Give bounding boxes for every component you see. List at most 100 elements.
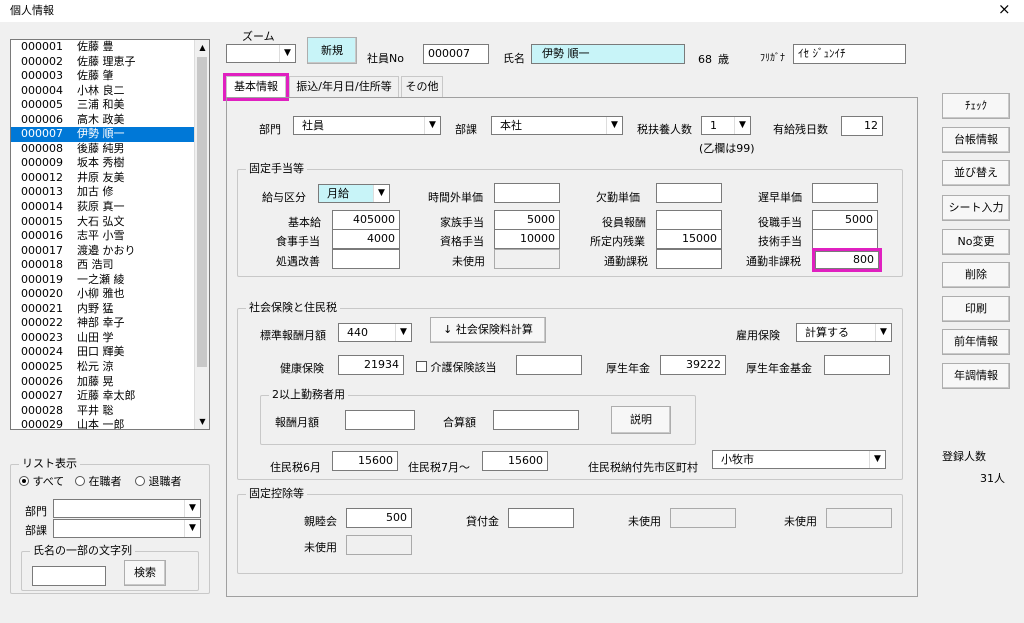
- list-item[interactable]: 000028 平井 聡: [11, 404, 209, 419]
- list-scrollbar[interactable]: ▲ ▼: [194, 40, 209, 429]
- pension-field[interactable]: 39222: [660, 355, 726, 375]
- list-item[interactable]: 000012 井原 友美: [11, 171, 209, 186]
- late-field[interactable]: [812, 183, 878, 203]
- side-button-8[interactable]: 年調情報: [942, 363, 1010, 389]
- overtime-field[interactable]: [494, 183, 560, 203]
- unused3-field: [346, 535, 412, 555]
- base-pay-field[interactable]: 405000: [332, 210, 400, 230]
- skill-field[interactable]: [812, 229, 878, 249]
- new-button[interactable]: 新規: [307, 37, 357, 64]
- employee-name: 小柳 雅也: [77, 287, 125, 301]
- side-button-3[interactable]: シート入力: [942, 195, 1010, 221]
- scheduled-ot-field[interactable]: 15000: [656, 229, 722, 249]
- qualification-field[interactable]: 10000: [494, 229, 560, 249]
- res-city-select[interactable]: 小牧市 ▼: [712, 450, 886, 469]
- commute-nontax-label: 通勤非課税: [746, 255, 801, 268]
- chevron-down-icon: ▼: [373, 185, 389, 202]
- list-item[interactable]: 000006 高木 政美: [11, 113, 209, 128]
- close-icon[interactable]: ×: [998, 2, 1011, 17]
- list-item[interactable]: 000004 小林 良二: [11, 84, 209, 99]
- list-item[interactable]: 000024 田口 輝美: [11, 345, 209, 360]
- radio-retired[interactable]: 退職者: [135, 475, 182, 489]
- list-item[interactable]: 000019 一之瀬 綾: [11, 273, 209, 288]
- commute-tax-field[interactable]: [656, 249, 722, 269]
- employee-number: 000015: [21, 214, 63, 228]
- side-button-7[interactable]: 前年情報: [942, 329, 1010, 355]
- tab-transfer-dates-address[interactable]: 振込/年月日/住所等: [289, 76, 399, 98]
- care-checkbox[interactable]: 介護保険該当: [416, 361, 497, 375]
- chevron-down-icon: ▼: [184, 520, 200, 537]
- section-select[interactable]: 本社 ▼: [491, 116, 623, 135]
- list-item[interactable]: 000018 西 浩司: [11, 258, 209, 273]
- list-item[interactable]: 000015 大石 弘文: [11, 215, 209, 230]
- absence-field[interactable]: [656, 183, 722, 203]
- scroll-down-icon[interactable]: ▼: [195, 414, 209, 429]
- tab-other[interactable]: その他: [401, 76, 443, 98]
- side-button-6[interactable]: 印刷: [942, 296, 1010, 322]
- list-item[interactable]: 000022 神部 幸子: [11, 316, 209, 331]
- list-item[interactable]: 000025 松元 涼: [11, 360, 209, 375]
- commute-nontax-field[interactable]: 800: [812, 248, 882, 272]
- list-item[interactable]: 000020 小柳 雅也: [11, 287, 209, 302]
- multi-total-field[interactable]: [493, 410, 579, 430]
- scroll-thumb[interactable]: [197, 57, 207, 367]
- family-field[interactable]: 5000: [494, 210, 560, 230]
- list-item[interactable]: 000016 志平 小雪: [11, 229, 209, 244]
- list-item[interactable]: 000027 近藤 幸太郎: [11, 389, 209, 404]
- employee-listbox[interactable]: 000001 佐藤 豊 000002 佐藤 理恵子 000003 佐藤 肇 000004 小林…: [10, 39, 210, 430]
- side-button-1[interactable]: 台帳情報: [942, 127, 1010, 153]
- list-item[interactable]: 000021 内野 猛: [11, 302, 209, 317]
- tab-basic-info[interactable]: 基本情報: [223, 73, 289, 101]
- explain-button[interactable]: 説明: [611, 406, 671, 434]
- dependents-select[interactable]: 1 ▼: [701, 116, 751, 135]
- list-item[interactable]: 000023 山田 学: [11, 331, 209, 346]
- filter-dept-select[interactable]: ▼: [53, 499, 201, 518]
- employment-select[interactable]: 計算する ▼: [796, 323, 892, 342]
- res-tax-jul-field[interactable]: 15600: [482, 451, 548, 471]
- list-item[interactable]: 000029 山本 一郎: [11, 418, 209, 429]
- pay-type-select[interactable]: 月給 ▼: [318, 184, 390, 203]
- meal-field[interactable]: 4000: [332, 229, 400, 249]
- dependents-note: (乙欄は99): [699, 142, 755, 155]
- list-item[interactable]: 000007 伊勢 順一: [11, 127, 209, 142]
- treatment-field[interactable]: [332, 249, 400, 269]
- employee-no-field[interactable]: 000007: [423, 44, 489, 64]
- pension-fund-field[interactable]: [824, 355, 890, 375]
- loan-field[interactable]: [508, 508, 574, 528]
- filter-section-select[interactable]: ▼: [53, 519, 201, 538]
- social-club-label: 親睦会: [304, 515, 337, 528]
- calc-social-button[interactable]: ↓ 社会保険料計算: [430, 317, 546, 343]
- care-field[interactable]: [516, 355, 582, 375]
- list-item[interactable]: 000001 佐藤 豊: [11, 40, 209, 55]
- zoom-select[interactable]: ▼: [226, 44, 296, 63]
- list-item[interactable]: 000017 渡邉 かおり: [11, 244, 209, 259]
- side-button-2[interactable]: 並び替え: [942, 160, 1010, 186]
- side-button-5[interactable]: 削除: [942, 262, 1010, 288]
- side-button-0[interactable]: ﾁｪｯｸ: [942, 93, 1010, 119]
- dept-select[interactable]: 社員 ▼: [293, 116, 441, 135]
- radio-all[interactable]: すべて: [19, 475, 64, 489]
- social-club-field[interactable]: 500: [346, 508, 412, 528]
- list-item[interactable]: 000002 佐藤 理恵子: [11, 55, 209, 70]
- multi-pay-field[interactable]: [345, 410, 415, 430]
- list-item[interactable]: 000013 加古 修: [11, 185, 209, 200]
- officer-field[interactable]: [656, 210, 722, 230]
- std-monthly-select[interactable]: 440 ▼: [338, 323, 412, 342]
- name-field[interactable]: 伊勢 順一: [531, 44, 685, 64]
- list-item[interactable]: 000026 加藤 晃: [11, 375, 209, 390]
- side-button-4[interactable]: No変更: [942, 229, 1010, 255]
- radio-active[interactable]: 在職者: [75, 475, 122, 489]
- search-button[interactable]: 検索: [124, 560, 166, 586]
- paid-leave-field[interactable]: 12: [841, 116, 883, 136]
- list-item[interactable]: 000014 荻原 真一: [11, 200, 209, 215]
- name-part-input[interactable]: [32, 566, 106, 586]
- health-field[interactable]: 21934: [338, 355, 404, 375]
- list-item[interactable]: 000009 坂本 秀樹: [11, 156, 209, 171]
- furigana-field[interactable]: ｲｾ ｼﾞｭﾝｲﾁ: [793, 44, 906, 64]
- list-item[interactable]: 000005 三浦 和美: [11, 98, 209, 113]
- res-tax-jun-field[interactable]: 15600: [332, 451, 398, 471]
- list-item[interactable]: 000003 佐藤 肇: [11, 69, 209, 84]
- position-field[interactable]: 5000: [812, 210, 878, 230]
- scroll-up-icon[interactable]: ▲: [195, 40, 209, 55]
- list-item[interactable]: 000008 後藤 純男: [11, 142, 209, 157]
